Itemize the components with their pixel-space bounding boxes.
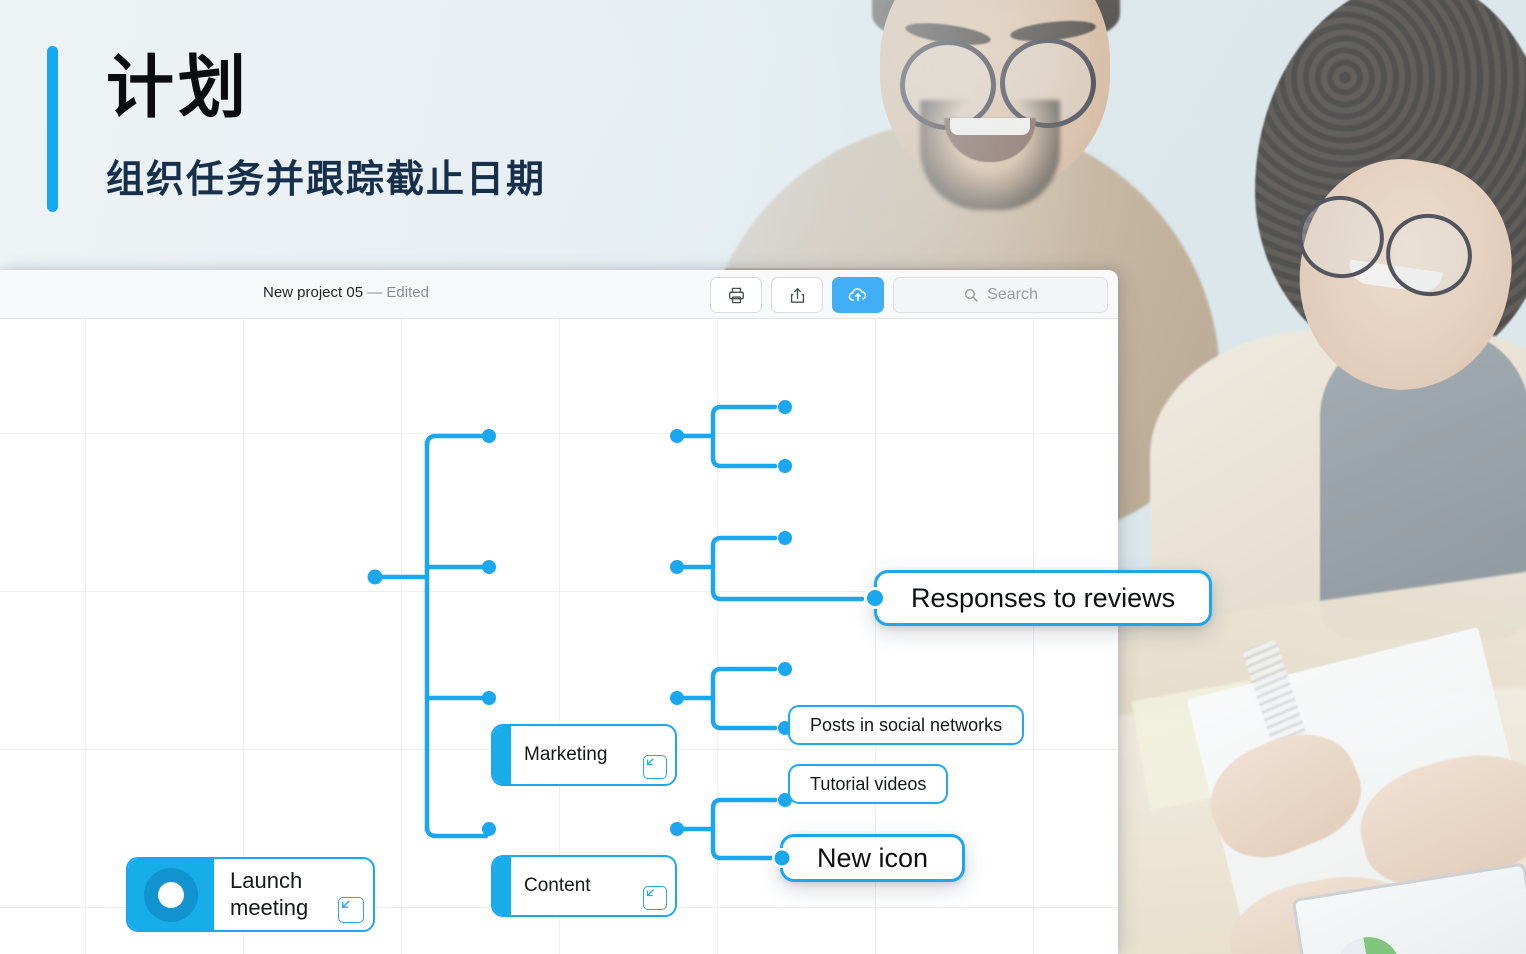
- new-icon-connector-dot: [772, 848, 792, 868]
- collapse-arrow-icon: [646, 758, 654, 766]
- cloud-upload-button[interactable]: [832, 277, 884, 313]
- collapse-button-root[interactable]: [338, 897, 364, 923]
- connector-dot: [778, 400, 792, 414]
- connector-dot: [670, 691, 684, 705]
- branch-accent-bar: [493, 726, 511, 784]
- connector-dot: [482, 560, 496, 574]
- responses-connector-dot: [864, 587, 886, 609]
- ring-icon: [144, 867, 198, 922]
- hero-accent-bar: [47, 46, 58, 212]
- branch-node-label: Content: [524, 875, 591, 896]
- collapse-button-content[interactable]: [643, 886, 667, 910]
- connector-dot: [778, 459, 792, 473]
- connector-dot: [482, 822, 496, 836]
- mindmap-node-root[interactable]: Launch meeting: [126, 857, 375, 932]
- mindmap-leaf-responses-to-reviews[interactable]: Responses to reviews: [874, 570, 1213, 626]
- mindmap-node-content[interactable]: Content: [491, 855, 677, 917]
- mindmap-leaf-posts-in-social-networks[interactable]: Posts in social networks: [788, 705, 1025, 745]
- leaf-node-label: Responses to reviews: [911, 582, 1176, 613]
- screenshot-stage: 计划 组织任务并跟踪截止日期 New project 05 — Edited S…: [0, 0, 1526, 954]
- mindmap-leaf-new-icon[interactable]: New icon: [780, 834, 966, 882]
- share-button[interactable]: [771, 277, 823, 313]
- root-node-label: Launch meeting: [214, 868, 308, 921]
- root-label-line1: Launch: [230, 868, 303, 894]
- cloud-upload-icon: [848, 288, 867, 302]
- leaf-node-label: Tutorial videos: [810, 773, 927, 794]
- mindmap-node-marketing[interactable]: Marketing: [491, 724, 677, 786]
- connector-dot: [482, 429, 496, 443]
- root-label-line2: meeting: [230, 894, 309, 920]
- mindmap-leaf-tutorial-videos[interactable]: Tutorial videos: [788, 764, 949, 804]
- leaf-node-label: Posts in social networks: [810, 714, 1003, 735]
- share-icon: [790, 287, 804, 303]
- root-accent-panel: [128, 859, 214, 930]
- search-placeholder: Search: [987, 286, 1038, 303]
- connector-dot: [670, 560, 684, 574]
- connector-dot: [482, 691, 496, 705]
- page-title: 计划: [106, 50, 251, 126]
- print-icon: [728, 287, 744, 303]
- page-subtitle: 组织任务并跟踪截止日期: [106, 159, 547, 201]
- connector-dot: [778, 531, 792, 545]
- toolbar-actions: Search: [710, 277, 1108, 313]
- connector-dot: [670, 429, 684, 443]
- connector-dot: [778, 662, 792, 676]
- search-icon: [965, 288, 978, 302]
- connector-dot: [367, 569, 383, 585]
- print-button[interactable]: [710, 277, 762, 313]
- collapse-arrow-icon: [342, 900, 350, 908]
- search-field[interactable]: Search: [893, 277, 1108, 313]
- connector-dot: [670, 822, 684, 836]
- document-status: Edited: [386, 284, 429, 301]
- collapse-button-marketing[interactable]: [643, 755, 667, 779]
- document-name: New project 05: [263, 284, 364, 301]
- app-toolbar: New project 05 — Edited Search: [0, 270, 1118, 319]
- branch-node-label: Marketing: [524, 744, 608, 765]
- hero-banner: 计划 组织任务并跟踪截止日期: [0, 0, 1090, 268]
- collapse-arrow-icon: [646, 889, 654, 897]
- document-title: New project 05 — Edited: [263, 284, 429, 301]
- leaf-node-label: New icon: [817, 842, 929, 873]
- branch-accent-bar: [493, 857, 511, 915]
- document-separator: —: [367, 284, 383, 301]
